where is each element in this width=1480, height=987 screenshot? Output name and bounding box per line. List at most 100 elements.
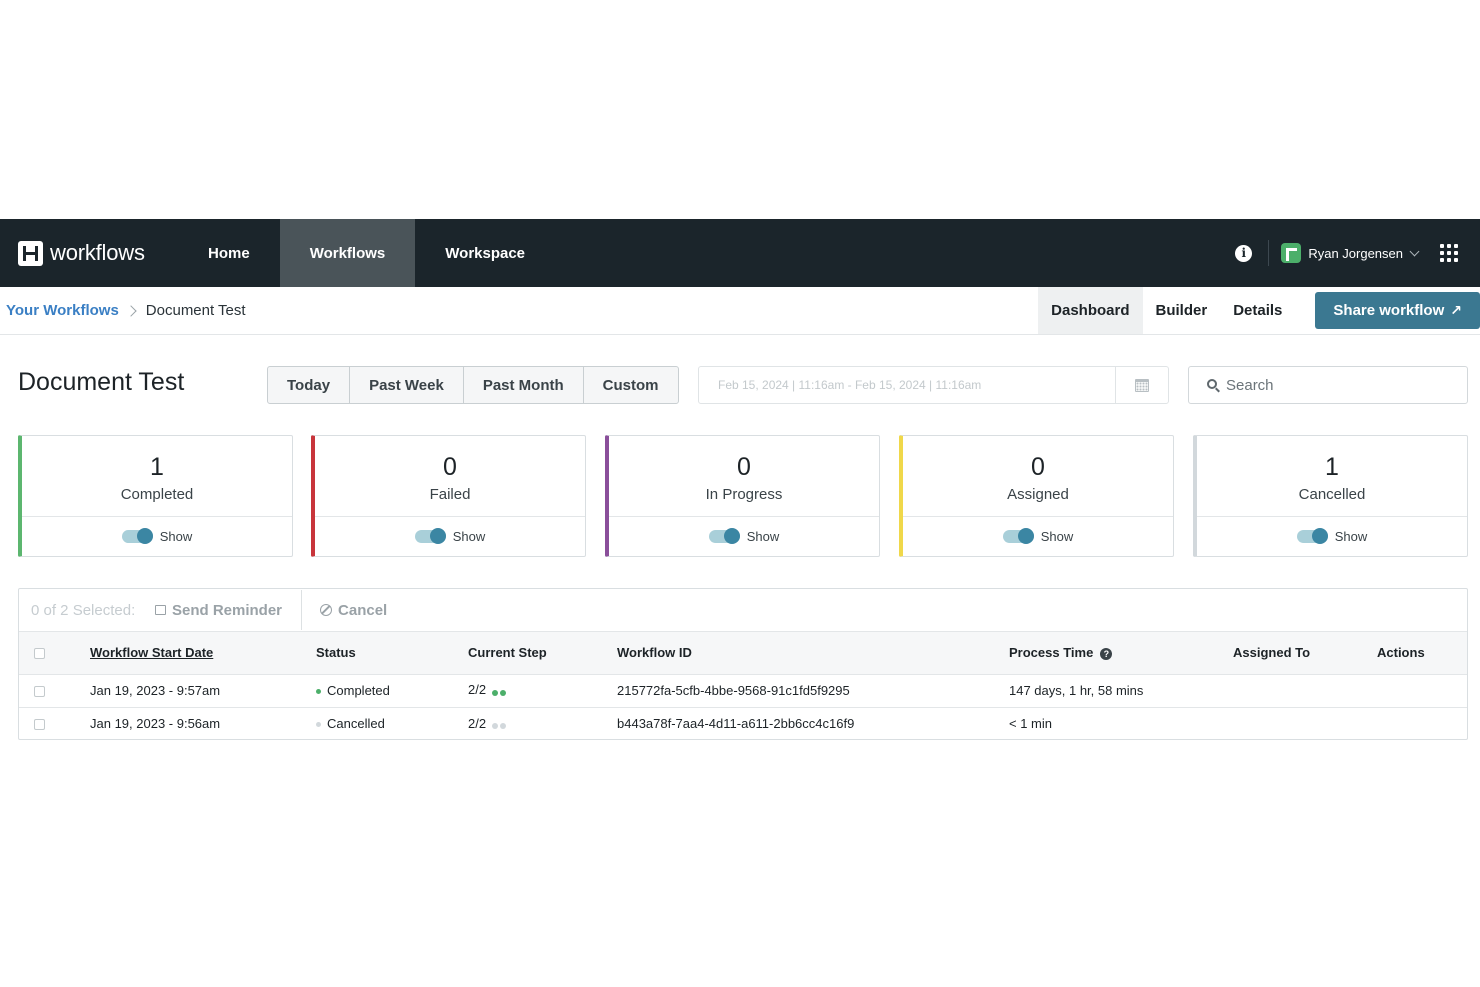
send-reminder-button[interactable]: Send Reminder xyxy=(155,602,282,619)
reminder-icon xyxy=(155,605,166,615)
row-checkbox[interactable] xyxy=(34,686,45,698)
start-date-cell: Jan 19, 2023 - 9:56am xyxy=(90,716,221,732)
process-time-cell: 147 days, 1 hr, 58 mins xyxy=(1009,683,1144,698)
nav-home[interactable]: Home xyxy=(178,219,280,287)
step-text: 2/2 xyxy=(468,682,487,698)
user-name[interactable]: Ryan Jorgensen xyxy=(1308,246,1403,261)
stat-card-cancelled: 1 Cancelled Show xyxy=(1193,435,1468,557)
status-cell: Completed xyxy=(316,674,468,707)
step-text: 2/2 xyxy=(468,715,487,731)
info-icon[interactable]: i xyxy=(1235,244,1253,262)
workflows-logo-icon xyxy=(18,240,43,266)
nav-workspace[interactable]: Workspace xyxy=(415,219,555,287)
search-input[interactable] xyxy=(1226,376,1426,394)
current-step-cell: 2/2 xyxy=(468,674,617,707)
toolbar-divider xyxy=(301,590,303,630)
toggle-label: Show xyxy=(159,529,193,544)
search-icon xyxy=(1207,379,1217,389)
table-row[interactable]: Jan 19, 2023 - 9:57am Completed 2/2 2157… xyxy=(19,674,1467,707)
stat-count: 0 xyxy=(1031,453,1045,481)
apps-grid-icon[interactable] xyxy=(1440,244,1458,262)
breadcrumb: Your Workflows Document Test xyxy=(0,302,246,319)
select-all-checkbox[interactable] xyxy=(34,648,45,660)
toggle-label: Show xyxy=(1334,529,1368,544)
stat-label: In Progress xyxy=(705,486,783,503)
stat-label: Cancelled xyxy=(1298,486,1366,503)
share-workflow-button[interactable]: Share workflow ↗ xyxy=(1315,292,1480,329)
show-toggle[interactable] xyxy=(1002,528,1034,544)
stat-count: 1 xyxy=(1325,453,1339,481)
status-text: Cancelled xyxy=(327,716,385,732)
stat-label: Failed xyxy=(429,486,471,503)
page-title: Document Test xyxy=(18,368,185,396)
stat-footer: Show xyxy=(315,516,585,556)
step-progress-dots xyxy=(492,684,508,699)
workflow-id-cell: b443a78f-7aa4-4d11-a611-2bb6cc4c16f9 xyxy=(617,716,855,732)
search-box[interactable] xyxy=(1188,366,1468,404)
cancel-button[interactable]: Cancel xyxy=(320,602,387,619)
status-text: Completed xyxy=(327,683,390,698)
range-custom-button[interactable]: Custom xyxy=(584,367,678,403)
stat-card-in-progress: 0 In Progress Show xyxy=(605,435,880,557)
selected-count: 0 of 2 Selected: xyxy=(31,601,136,619)
toggle-label: Show xyxy=(452,529,486,544)
current-step-cell: 2/2 xyxy=(468,707,617,740)
range-past-week-button[interactable]: Past Week xyxy=(350,367,464,403)
view-tabs: Dashboard Builder Details Share workflow… xyxy=(1038,287,1480,334)
cancel-label: Cancel xyxy=(338,601,388,619)
stat-count: 1 xyxy=(150,453,164,481)
toggle-label: Show xyxy=(1040,529,1074,544)
stat-footer: Show xyxy=(609,516,879,556)
date-range-field[interactable]: Feb 15, 2024 | 11:16am - Feb 15, 2024 | … xyxy=(698,366,1169,404)
header-assigned-to: Assigned To xyxy=(1233,645,1311,661)
stat-count: 0 xyxy=(443,453,457,481)
stat-card-completed: 1 Completed Show xyxy=(18,435,293,557)
cancel-icon xyxy=(320,604,333,616)
start-date-sort-link[interactable]: Workflow Start Date xyxy=(90,645,213,660)
stat-label: Completed xyxy=(120,486,194,503)
stat-footer: Show xyxy=(1197,516,1467,556)
show-toggle[interactable] xyxy=(708,528,740,544)
show-toggle[interactable] xyxy=(121,528,153,544)
tab-builder[interactable]: Builder xyxy=(1143,287,1221,334)
header-select-cell xyxy=(19,632,90,674)
range-past-month-button[interactable]: Past Month xyxy=(464,367,584,403)
sub-header: Your Workflows Document Test Dashboard B… xyxy=(0,287,1480,335)
workflow-id-cell: 215772fa-5cfb-4bbe-9568-91c1fd5f9295 xyxy=(617,683,850,698)
nav-workflows[interactable]: Workflows xyxy=(279,219,416,287)
brand-name: workflows xyxy=(50,240,145,265)
show-toggle[interactable] xyxy=(1296,528,1328,544)
brand[interactable]: workflows xyxy=(0,219,178,287)
bulk-toolbar: 0 of 2 Selected: Send Reminder Cancel xyxy=(19,589,1467,632)
stat-card-assigned: 0 Assigned Show xyxy=(899,435,1174,557)
tab-dashboard[interactable]: Dashboard xyxy=(1038,287,1143,334)
help-icon[interactable]: ? xyxy=(1100,647,1113,660)
row-select-cell xyxy=(19,707,90,740)
row-checkbox[interactable] xyxy=(34,719,45,731)
header-start-date[interactable]: Workflow Start Date xyxy=(90,632,316,674)
tab-details[interactable]: Details xyxy=(1220,287,1295,334)
nav-divider xyxy=(1268,240,1270,266)
table-row[interactable]: Jan 19, 2023 - 9:56am Cancelled 2/2 b443… xyxy=(19,707,1467,740)
header-status: Status xyxy=(316,645,356,661)
status-cell: Cancelled xyxy=(316,707,468,740)
stat-footer: Show xyxy=(903,516,1173,556)
workflow-runs-panel: 0 of 2 Selected: Send Reminder Cancel Wo… xyxy=(18,588,1468,740)
nav-right: i Ryan Jorgensen xyxy=(1235,219,1480,287)
actions-cell xyxy=(1377,707,1467,740)
range-today-button[interactable]: Today xyxy=(268,367,351,403)
breadcrumb-root-link[interactable]: Your Workflows xyxy=(6,302,119,319)
date-range-buttons: Today Past Week Past Month Custom xyxy=(267,366,679,404)
process-time-label: Process Time xyxy=(1009,645,1094,661)
stat-card-failed: 0 Failed Show xyxy=(311,435,586,557)
calendar-icon xyxy=(1135,378,1149,392)
show-toggle[interactable] xyxy=(414,528,446,544)
header-workflow-id: Workflow ID xyxy=(617,645,692,661)
table-header-row: Workflow Start Date Status Current Step … xyxy=(19,632,1467,674)
share-arrow-icon: ↗ xyxy=(1450,302,1462,318)
chevron-down-icon[interactable] xyxy=(1409,246,1420,256)
user-avatar-icon[interactable] xyxy=(1281,243,1302,263)
assigned-to-cell xyxy=(1233,707,1377,740)
calendar-button[interactable] xyxy=(1115,367,1168,403)
toggle-label: Show xyxy=(746,529,780,544)
